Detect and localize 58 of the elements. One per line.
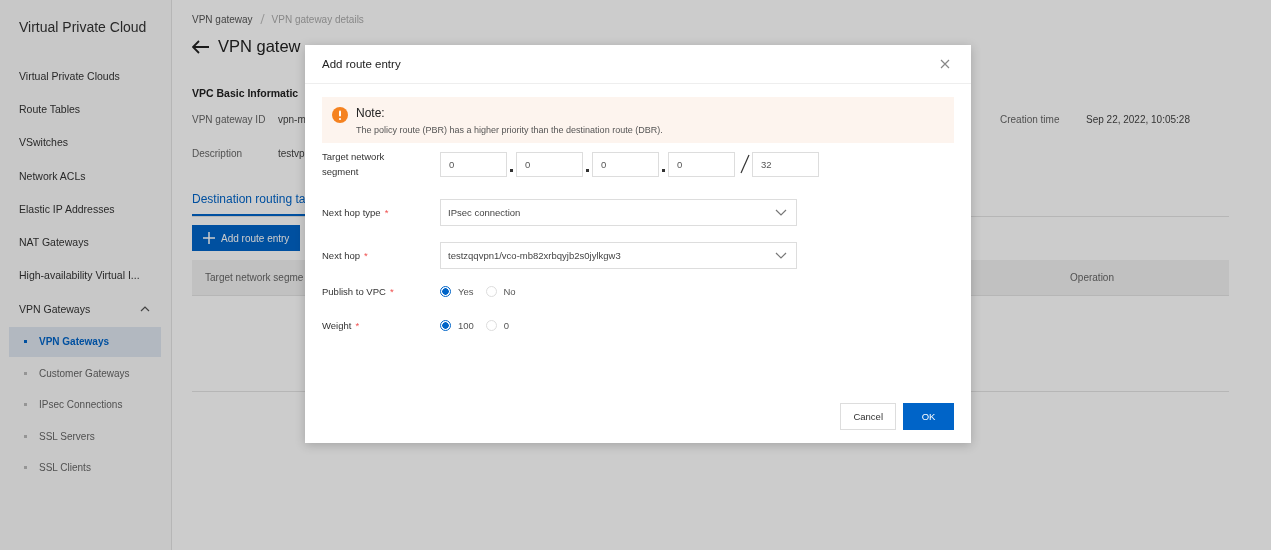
field-label: Description: [192, 148, 244, 159]
sidebar-item[interactable]: Elastic IP Addresses: [0, 192, 171, 226]
field-value: testvp: [278, 148, 305, 159]
select-field[interactable]: IPsec connection: [440, 199, 797, 226]
warning-icon: [332, 107, 348, 123]
required-mark: *: [384, 207, 389, 218]
note-title: Note:: [356, 106, 386, 120]
column-header: Operation: [1070, 272, 1114, 283]
cancel-button[interactable]: Cancel: [840, 403, 896, 430]
sidebar-item[interactable]: VSwitches: [0, 125, 171, 159]
form-label: Publish to VPC *: [322, 286, 395, 297]
breadcrumb-link[interactable]: VPN gateway: [192, 14, 253, 25]
back-arrow-icon[interactable]: [192, 39, 210, 54]
sidebar-item[interactable]: High-availability Virtual I...: [0, 258, 171, 293]
sidebar-title: Virtual Private Cloud: [18, 18, 148, 37]
sidebar-subitem[interactable]: SSL Clients: [9, 452, 161, 483]
sidebar-item[interactable]: VPN Gateways: [0, 292, 171, 326]
field-value: vpn-m: [278, 114, 306, 125]
field-label: VPN gateway ID: [192, 114, 267, 125]
close-icon[interactable]: [940, 59, 950, 69]
octet-input[interactable]: 0: [592, 151, 659, 177]
sidebar-item[interactable]: Route Tables: [0, 92, 171, 126]
form-label: Next hop type *: [322, 207, 390, 218]
ok-button[interactable]: OK: [903, 403, 954, 430]
add-route-button[interactable]: Add route entry: [192, 225, 301, 251]
field-label: Creation time: [1000, 114, 1061, 125]
note-text: The policy route (PBR) has a higher priority than the destination route (DBR).: [356, 125, 663, 135]
sidebar-subitem[interactable]: IPsec Connections: [9, 389, 161, 420]
radio-option[interactable]: 0: [485, 320, 510, 331]
octet-input[interactable]: 0: [440, 151, 507, 177]
radio-option[interactable]: No: [485, 286, 516, 297]
required-mark: *: [355, 320, 360, 331]
required-mark: *: [389, 286, 394, 297]
octet-input[interactable]: 0: [668, 151, 735, 177]
form-label: Weight *: [322, 320, 361, 331]
sidebar-item[interactable]: NAT Gateways: [0, 225, 171, 259]
octet-input[interactable]: 0: [516, 151, 583, 177]
form-label: Next hop *: [322, 250, 369, 261]
field-value: Sep 22, 2022, 10:05:28: [1086, 114, 1190, 125]
sidebar-subitem[interactable]: SSL Servers: [9, 421, 161, 452]
chevron-down-icon: [775, 209, 787, 216]
chevron-down-icon: [775, 252, 787, 259]
plus-icon: [203, 232, 215, 244]
section-title: VPC Basic Informatic: [192, 87, 300, 99]
required-mark: *: [364, 250, 368, 261]
dialog-title: Add route entry: [322, 58, 401, 70]
sidebar-subitem[interactable]: VPN Gateways: [9, 326, 161, 357]
column-header: Target network segme: [205, 272, 304, 283]
radio-option[interactable]: Yes: [440, 286, 474, 297]
sidebar-subitem[interactable]: Customer Gateways: [9, 358, 161, 389]
sidebar-item[interactable]: Virtual Private Clouds: [0, 59, 171, 93]
sidebar-item[interactable]: Network ACLs: [0, 158, 171, 193]
mask-input[interactable]: 32: [752, 151, 819, 177]
page-title: VPN gatew: [218, 37, 301, 56]
slash-icon: [740, 154, 750, 174]
radio-option[interactable]: 100: [440, 320, 474, 331]
select-field[interactable]: testzqqvpn1/vco-mb82xrbqyjb2s0jylkgw3: [440, 242, 797, 269]
form-label: Target network segment: [322, 150, 386, 179]
